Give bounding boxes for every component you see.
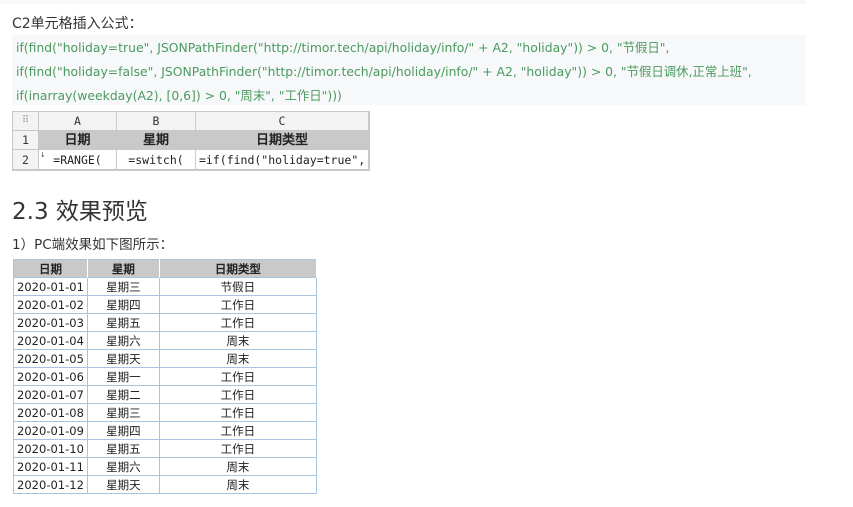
designer-cell-b2[interactable]: =switch( [117, 150, 196, 170]
weekday-cell: 星期五 [86, 439, 160, 458]
date-cell: 2020-01-09 [13, 421, 88, 440]
weekday-cell: 星期一 [86, 367, 160, 386]
date-cell: 2020-01-03 [13, 313, 88, 332]
day-type-cell: 工作日 [158, 403, 318, 422]
cell-formula: =RANGE( [53, 153, 102, 167]
table-row: 2020-01-10 星期五 工作日 [13, 439, 318, 458]
date-cell: 2020-01-05 [13, 349, 88, 368]
date-cell: 2020-01-04 [13, 331, 88, 350]
weekday-cell: 星期六 [86, 331, 160, 350]
table-row: 2020-01-08 星期三 工作日 [13, 403, 318, 422]
day-type-cell: 工作日 [158, 367, 318, 386]
table-row: 2020-01-12 星期天 周末 [13, 475, 318, 494]
designer-cell-a1[interactable]: 日期 [39, 131, 117, 150]
column-header: 日期 [13, 259, 88, 278]
table-row: 2020-01-07 星期二 工作日 [13, 385, 318, 404]
code-line: if(inarray(weekday(A2), [0,6]) > 0, "周末"… [16, 88, 342, 103]
weekday-cell: 星期天 [86, 349, 160, 368]
date-cell: 2020-01-12 [13, 475, 88, 494]
table-header-row: 日期 星期 日期类型 [13, 259, 318, 278]
day-type-cell: 周末 [158, 475, 318, 494]
day-type-cell: 节假日 [158, 277, 318, 296]
date-cell: 2020-01-11 [13, 457, 88, 476]
weekday-cell: 星期二 [86, 385, 160, 404]
table-row: 2020-01-09 星期四 工作日 [13, 421, 318, 440]
expand-down-icon: ↓ [40, 150, 46, 160]
table-row: 2020-01-06 星期一 工作日 [13, 367, 318, 386]
column-header-a[interactable]: A [39, 112, 117, 131]
table-row: 2020-01-03 星期五 工作日 [13, 313, 318, 332]
date-cell: 2020-01-10 [13, 439, 88, 458]
code-line: if(find("holiday=false", JSONPathFinder(… [16, 64, 752, 79]
weekday-cell: 星期四 [86, 421, 160, 440]
result-preview-table: 日期 星期 日期类型 2020-01-01 星期三 节假日 2020-01-02 星期… [13, 259, 318, 494]
designer-cell-b1[interactable]: 星期 [117, 131, 196, 150]
formula-intro-text: C2单元格插入公式： [12, 16, 143, 32]
row-number[interactable]: 1 [13, 131, 39, 150]
table-row: 2020-01-11 星期六 周末 [13, 457, 318, 476]
designer-cell-c1[interactable]: 日期类型 [196, 131, 369, 150]
section-subheading: 1）PC端效果如下图所示： [12, 237, 174, 253]
column-header-c[interactable]: C [196, 112, 369, 131]
date-cell: 2020-01-01 [13, 277, 88, 296]
column-header: 日期类型 [159, 259, 318, 278]
date-cell: 2020-01-02 [13, 295, 88, 314]
weekday-cell: 星期五 [86, 313, 160, 332]
report-designer-grid: ⠿ A B C 1 日期 星期 日期类型 2 ↓ =RANGE( =switch… [12, 111, 370, 171]
date-cell: 2020-01-08 [13, 403, 88, 422]
weekday-cell: 星期三 [86, 277, 160, 296]
table-row: 2020-01-02 星期四 工作日 [13, 295, 318, 314]
table-row: 2020-01-05 星期天 周末 [13, 349, 318, 368]
designer-cell-c2[interactable]: =if(find("holiday=true", [196, 150, 369, 170]
section-heading: 2.3 效果预览 [12, 199, 148, 225]
date-cell: 2020-01-07 [13, 385, 88, 404]
column-header-b[interactable]: B [117, 112, 196, 131]
row-number[interactable]: 2 [13, 150, 39, 170]
day-type-cell: 工作日 [158, 313, 318, 332]
day-type-cell: 工作日 [158, 439, 318, 458]
previous-code-cutoff [0, 0, 806, 4]
day-type-cell: 工作日 [158, 385, 318, 404]
day-type-cell: 周末 [158, 457, 318, 476]
table-row: 2020-01-01 星期三 节假日 [13, 277, 318, 296]
date-cell: 2020-01-06 [13, 367, 88, 386]
weekday-cell: 星期四 [86, 295, 160, 314]
designer-cell-a2[interactable]: ↓ =RANGE( [39, 150, 117, 170]
formula-code-block: if(find("holiday=true", JSONPathFinder("… [12, 35, 806, 105]
day-type-cell: 周末 [158, 331, 318, 350]
weekday-cell: 星期天 [86, 475, 160, 494]
day-type-cell: 工作日 [158, 421, 318, 440]
weekday-cell: 星期三 [86, 403, 160, 422]
code-line: if(find("holiday=true", JSONPathFinder("… [16, 40, 670, 55]
table-row: 2020-01-04 星期六 周末 [13, 331, 318, 350]
day-type-cell: 周末 [158, 349, 318, 368]
weekday-cell: 星期六 [86, 457, 160, 476]
day-type-cell: 工作日 [158, 295, 318, 314]
grid-handle-icon[interactable]: ⠿ [13, 112, 39, 131]
column-header: 星期 [87, 259, 160, 278]
